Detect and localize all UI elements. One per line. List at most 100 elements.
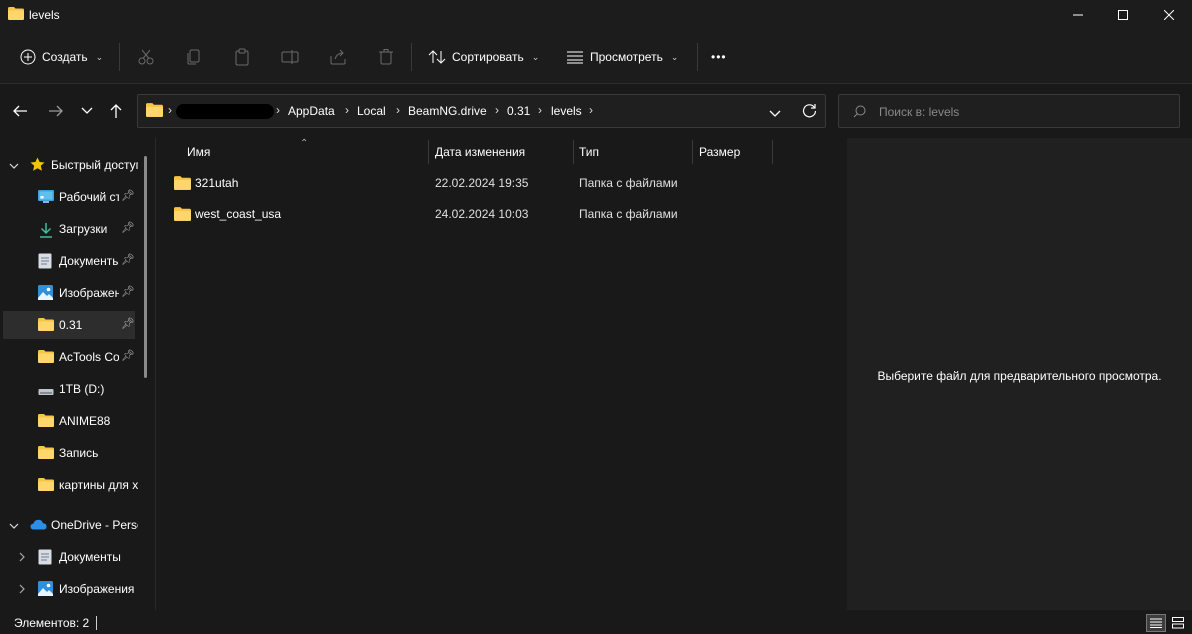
details-view-icon xyxy=(1150,618,1162,628)
details-view-button[interactable] xyxy=(1146,614,1166,632)
sidebar-item-onedrive[interactable]: OneDrive - Personal xyxy=(0,511,138,539)
sidebar-item-documents[interactable]: Документы 📌︎ xyxy=(0,247,138,275)
sidebar-item-label: 0.31 xyxy=(59,318,83,332)
chevron-down-icon: ⌄ xyxy=(531,51,540,62)
sidebar-item-label: картины для х xyxy=(59,478,138,492)
scissors-icon xyxy=(138,49,154,65)
column-header-size[interactable]: Размер xyxy=(699,145,740,159)
sidebar-item-desktop[interactable]: Рабочий стол 📌︎ xyxy=(0,183,138,211)
pin-icon: 📌︎ xyxy=(121,254,135,266)
sidebar-item-label: Документы xyxy=(59,254,119,268)
sidebar-item-label: OneDrive - Personal xyxy=(51,518,138,532)
sort-button[interactable]: Сортировать ⌄ xyxy=(428,42,539,72)
sidebar-item-drive-d[interactable]: 1TB (D:) xyxy=(0,375,138,403)
chevron-right-icon[interactable] xyxy=(19,551,26,565)
back-button[interactable] xyxy=(10,101,30,121)
maximize-button[interactable] xyxy=(1100,0,1146,30)
image-icon xyxy=(38,581,54,596)
table-row[interactable]: 321utah 22.02.2024 19:35 Папка с файлами xyxy=(170,170,730,198)
navigation-pane: Быстрый доступ Рабочий стол 📌︎ Загрузки … xyxy=(0,138,148,610)
sidebar-item-actools[interactable]: AcTools Content Manager 📌︎ xyxy=(0,343,138,371)
rename-button[interactable] xyxy=(278,45,302,69)
title-bar: levels xyxy=(0,0,1192,30)
refresh-button[interactable] xyxy=(802,103,817,121)
pin-icon: 📌︎ xyxy=(121,350,135,362)
chevron-down-icon: ⌄ xyxy=(670,51,679,62)
tiles-view-button[interactable] xyxy=(1168,614,1188,632)
breadcrumb-separator-icon[interactable]: › xyxy=(276,103,280,117)
column-separator[interactable] xyxy=(692,140,693,164)
sidebar-item-onedrive-pictures[interactable]: Изображения xyxy=(0,575,138,603)
sidebar-scrollbar[interactable] xyxy=(144,156,147,378)
column-header-modified[interactable]: Дата изменения xyxy=(435,145,525,159)
search-input[interactable]: Поиск в: levels xyxy=(838,94,1180,128)
breadcrumb-separator-icon[interactable]: › xyxy=(495,103,499,117)
chevron-down-icon[interactable] xyxy=(9,159,19,173)
breadcrumb-separator-icon[interactable]: › xyxy=(396,103,400,117)
chevron-down-icon[interactable] xyxy=(9,519,19,533)
sidebar-item-label: Запись xyxy=(59,446,99,460)
pin-icon: 📌︎ xyxy=(121,318,135,330)
sidebar-item-onedrive-documents[interactable]: Документы xyxy=(0,543,138,571)
more-options-button[interactable]: ••• xyxy=(711,42,727,72)
paste-button[interactable] xyxy=(230,45,254,69)
breadcrumb-beamng[interactable]: BeamNG.drive xyxy=(408,104,487,118)
close-icon xyxy=(1164,10,1174,20)
folder-icon xyxy=(38,414,54,428)
pin-icon: 📌︎ xyxy=(121,286,135,298)
copy-button[interactable] xyxy=(182,45,206,69)
breadcrumb-separator-icon[interactable]: › xyxy=(168,103,172,117)
delete-button[interactable] xyxy=(374,45,398,69)
toolbar-divider xyxy=(411,43,412,71)
sidebar-item-quick-access[interactable]: Быстрый доступ xyxy=(0,151,138,179)
minimize-button[interactable] xyxy=(1055,0,1101,30)
sidebar-item-anime88[interactable]: ANIME88 xyxy=(0,407,138,435)
breadcrumb-separator-icon[interactable]: › xyxy=(345,103,349,117)
command-bar: Создать ⌄ Сортировать ⌄ Просмотреть ⌄ ••… xyxy=(0,30,1192,84)
view-lines-icon xyxy=(567,51,583,64)
sidebar-item-pictures[interactable]: Изображения 📌︎ xyxy=(0,279,138,307)
sidebar-item-downloads[interactable]: Загрузки 📌︎ xyxy=(0,215,138,243)
cut-button[interactable] xyxy=(134,45,158,69)
share-button[interactable] xyxy=(326,45,350,69)
window-title: levels xyxy=(29,8,60,22)
column-header-name[interactable]: Имя xyxy=(187,145,210,159)
sidebar-item-label: AcTools Content Manager xyxy=(59,350,119,364)
breadcrumb-levels[interactable]: levels xyxy=(551,104,582,118)
maximize-icon xyxy=(1118,10,1128,20)
column-separator[interactable] xyxy=(573,140,574,164)
sidebar-item-recording[interactable]: Запись xyxy=(0,439,138,467)
folder-icon xyxy=(8,7,24,23)
copy-icon xyxy=(187,49,200,65)
cloud-icon xyxy=(30,519,47,533)
chevron-down-icon xyxy=(81,107,93,114)
search-icon xyxy=(853,105,866,121)
column-separator[interactable] xyxy=(428,140,429,164)
breadcrumb-separator-icon[interactable]: › xyxy=(589,103,593,117)
chevron-right-icon[interactable] xyxy=(19,583,26,597)
address-history-button[interactable] xyxy=(769,107,781,121)
breadcrumb-local[interactable]: Local xyxy=(357,104,386,118)
breadcrumb-version[interactable]: 0.31 xyxy=(507,104,530,118)
breadcrumb-appdata[interactable]: AppData xyxy=(288,104,335,118)
column-header-type[interactable]: Тип xyxy=(579,145,599,159)
table-row[interactable]: west_coast_usa 24.02.2024 10:03 Папка с … xyxy=(170,201,730,229)
folder-icon xyxy=(38,318,54,332)
forward-button[interactable] xyxy=(46,101,66,121)
view-label: Просмотреть xyxy=(590,50,663,64)
create-button[interactable]: Создать ⌄ xyxy=(20,42,103,72)
file-type: Папка с файлами xyxy=(579,207,678,221)
address-bar[interactable]: › › AppData › Local › BeamNG.drive › 0.3… xyxy=(137,94,826,128)
sidebar-item-0-31[interactable]: 0.31 📌︎ xyxy=(3,311,135,339)
arrow-right-icon xyxy=(49,105,63,117)
rename-icon xyxy=(281,50,299,64)
column-separator[interactable] xyxy=(772,140,773,164)
recent-locations-button[interactable] xyxy=(77,101,97,121)
redacted-username xyxy=(176,104,274,119)
document-icon xyxy=(38,549,54,565)
up-button[interactable] xyxy=(106,101,126,121)
breadcrumb-separator-icon[interactable]: › xyxy=(538,103,542,117)
close-button[interactable] xyxy=(1146,0,1192,30)
view-button[interactable]: Просмотреть ⌄ xyxy=(566,42,678,72)
sidebar-item-pictures-folder[interactable]: картины для х xyxy=(0,471,138,499)
